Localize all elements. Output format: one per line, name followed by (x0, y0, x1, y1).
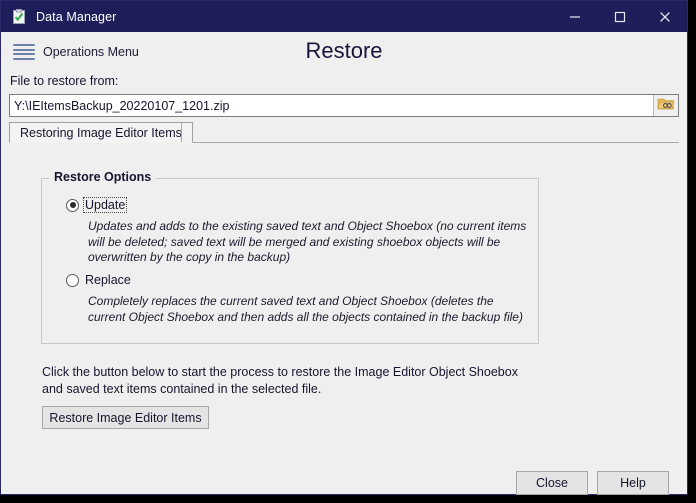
data-manager-window: Data Manager Operations Menu Restore Fil… (0, 0, 688, 495)
radio-update-indicator[interactable] (66, 198, 79, 212)
file-path-input[interactable] (10, 96, 653, 115)
radio-replace-indicator[interactable] (66, 273, 79, 287)
page-title: Restore (305, 38, 383, 63)
radio-replace-head[interactable]: Replace (66, 272, 526, 288)
radio-update-label[interactable]: Update (83, 197, 128, 213)
radio-option-replace[interactable]: Replace Completely replaces the current … (66, 272, 526, 325)
close-button[interactable] (642, 1, 687, 32)
window-controls (552, 1, 687, 32)
help-button[interactable]: Help (597, 471, 669, 495)
close-dialog-button[interactable]: Close (516, 471, 588, 495)
tab-restoring-image-editor-items[interactable]: Restoring Image Editor Items (9, 122, 193, 143)
radio-update-description: Updates and adds to the existing saved t… (88, 219, 527, 264)
radio-replace-label[interactable]: Replace (83, 272, 133, 288)
maximize-button[interactable] (597, 1, 642, 32)
file-field-label: File to restore from: (10, 74, 119, 88)
restore-options-title: Restore Options (49, 170, 157, 184)
radio-update-head[interactable]: Update (66, 197, 526, 213)
restore-image-editor-items-button[interactable]: Restore Image Editor Items (42, 406, 209, 429)
tab-divider (181, 123, 182, 142)
file-path-row (9, 94, 679, 117)
instruction-text: Click the button below to start the proc… (42, 365, 518, 396)
folder-browse-icon (657, 96, 675, 116)
radio-option-update[interactable]: Update Updates and adds to the existing … (66, 197, 526, 266)
title-bar: Data Manager (1, 1, 687, 32)
minimize-button[interactable] (552, 1, 597, 32)
tab-strip: Restoring Image Editor Items (9, 122, 679, 143)
radio-replace-description: Completely replaces the current saved te… (88, 294, 523, 324)
clipboard-check-icon (11, 8, 27, 25)
header-row: Operations Menu Restore (1, 32, 687, 74)
window-title: Data Manager (36, 9, 117, 24)
browse-button[interactable] (653, 95, 678, 116)
